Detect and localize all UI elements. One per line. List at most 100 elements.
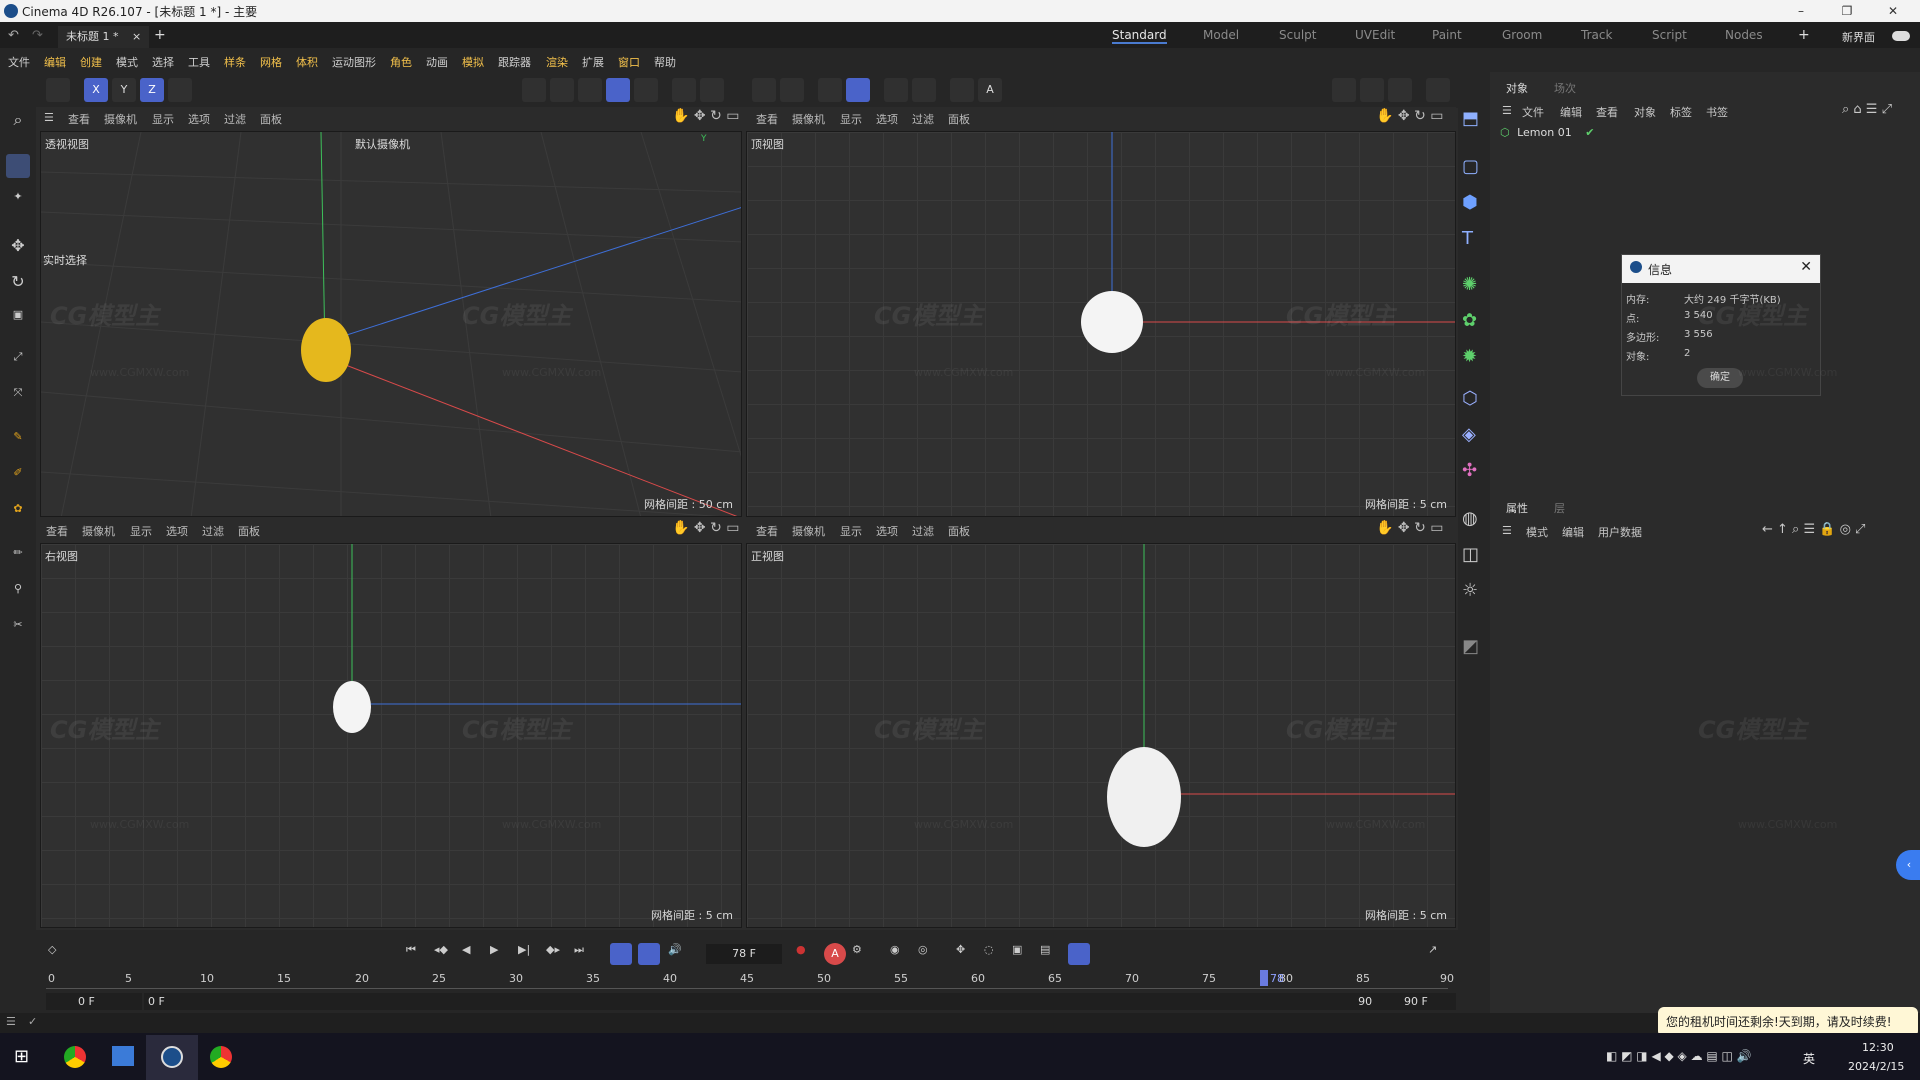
windows-start-icon[interactable]: ⊞ xyxy=(14,1046,29,1067)
visible-check-icon[interactable]: ✔ xyxy=(1585,126,1594,139)
interpolation-icon[interactable] xyxy=(1068,943,1090,965)
model-tool-icon[interactable]: ✦ xyxy=(6,190,30,214)
vp3-menu-camera[interactable]: 摄像机 xyxy=(82,523,115,539)
symmetry-icon[interactable] xyxy=(912,78,936,102)
live-selection-icon[interactable] xyxy=(6,154,30,178)
vp3-navigation-icons[interactable]: ✋ ✥ ↻ ▭ xyxy=(672,520,739,536)
attributes-menu-edit[interactable]: 编辑 xyxy=(1562,524,1584,540)
layout-nodes[interactable]: Nodes xyxy=(1725,28,1763,42)
vp1-menu-view[interactable]: 查看 xyxy=(68,111,90,127)
menu-file[interactable]: 文件 xyxy=(8,54,30,70)
new-layout-label[interactable]: 新界面 xyxy=(1842,29,1875,45)
tweak-mode-icon[interactable] xyxy=(700,78,724,102)
next-frame-icon[interactable]: ▶| xyxy=(518,943,540,965)
objects-menu-bookmarks[interactable]: 书签 xyxy=(1706,104,1728,120)
menu-tracker[interactable]: 跟踪器 xyxy=(498,54,531,70)
input-language[interactable]: 英 xyxy=(1803,1050,1815,1067)
null-object-icon[interactable]: ▢ xyxy=(1462,156,1488,182)
menu-animate[interactable]: 动画 xyxy=(426,54,448,70)
maximize-button[interactable]: ❐ xyxy=(1824,0,1870,22)
objects-search-icon[interactable]: ⌕ ⌂ ☰ ⤢ xyxy=(1842,102,1892,117)
close-button[interactable]: ✕ xyxy=(1870,0,1916,22)
menu-mograph[interactable]: 运动图形 xyxy=(332,54,376,70)
vp2-menu-view[interactable]: 查看 xyxy=(756,111,778,127)
browser-icon[interactable] xyxy=(210,1046,232,1068)
tab-objects[interactable]: 对象 xyxy=(1506,80,1528,96)
spline-object-icon[interactable]: ✣ xyxy=(1462,460,1488,486)
edges-mode-icon[interactable] xyxy=(550,78,574,102)
placement-icon[interactable]: ⤧ xyxy=(6,386,30,410)
environment-icon[interactable]: ◍ xyxy=(1462,508,1488,534)
explorer-icon[interactable] xyxy=(112,1046,134,1066)
mograph-cloner-icon[interactable]: ✺ xyxy=(1462,274,1488,300)
collapse-sidebar-icon[interactable]: ‹ xyxy=(1896,850,1920,880)
vp1-menu-display[interactable]: 显示 xyxy=(152,111,174,127)
vp3-menu-panel[interactable]: 面板 xyxy=(238,523,260,539)
sound-icon[interactable]: 🔊 xyxy=(668,943,690,965)
vp3-menu-display[interactable]: 显示 xyxy=(130,523,152,539)
spline-sketch-icon[interactable]: ✐ xyxy=(6,466,30,490)
objects-menu-file[interactable]: 文件 xyxy=(1522,104,1544,120)
vp4-menu-camera[interactable]: 摄像机 xyxy=(792,523,825,539)
paint-brush-icon[interactable]: ✏ xyxy=(6,546,30,570)
default-camera-label[interactable]: 默认摄像机 xyxy=(355,136,410,152)
menu-edit[interactable]: 编辑 xyxy=(44,54,66,70)
minimize-button[interactable]: – xyxy=(1778,0,1824,22)
objects-menu-icon[interactable]: ☰ xyxy=(1502,104,1512,117)
vp3-menu-options[interactable]: 选项 xyxy=(166,523,188,539)
vp1-menu-options[interactable]: 选项 xyxy=(188,111,210,127)
attributes-menu-userdata[interactable]: 用户数据 xyxy=(1598,524,1642,540)
uv-mode-icon[interactable] xyxy=(634,78,658,102)
workplane-snap-icon[interactable] xyxy=(846,78,870,102)
key-position-icon[interactable]: ◉ xyxy=(890,943,912,965)
lock-x-axis-button[interactable]: X xyxy=(84,78,108,102)
key-rotation-icon[interactable]: ◎ xyxy=(918,943,940,965)
vp1-menu-panel[interactable]: 面板 xyxy=(260,111,282,127)
vp4-menu-display[interactable]: 显示 xyxy=(840,523,862,539)
objects-menu-edit[interactable]: 编辑 xyxy=(1560,104,1582,120)
menu-simulate[interactable]: 模拟 xyxy=(462,54,484,70)
menu-mesh[interactable]: 网格 xyxy=(260,54,282,70)
layout-groom[interactable]: Groom xyxy=(1502,28,1542,42)
preview-range-slider[interactable]: 0 F 90 F xyxy=(144,993,1390,1010)
layout-paint[interactable]: Paint xyxy=(1432,28,1462,42)
vp2-menu-panel[interactable]: 面板 xyxy=(948,111,970,127)
autokey-icon[interactable]: A xyxy=(824,943,846,965)
transfer-icon[interactable]: ⤢ xyxy=(6,350,30,374)
vp2-menu-filter[interactable]: 过滤 xyxy=(912,111,934,127)
chrome-icon[interactable] xyxy=(64,1046,86,1068)
vp1-menu-camera[interactable]: 摄像机 xyxy=(104,111,137,127)
auto-key-icon[interactable]: A xyxy=(978,78,1002,102)
undo-icon[interactable]: ↶ xyxy=(8,28,19,43)
spline-pen-icon[interactable]: ✎ xyxy=(6,430,30,454)
previous-frame-icon[interactable]: ◀ xyxy=(462,943,484,965)
attributes-menu-icon[interactable]: ☰ xyxy=(1502,524,1512,537)
system-tray-icons[interactable]: ◧ ◩ ◨ ◀ ◆ ◈ ☁ ▤ ◫ 🔊 xyxy=(1606,1049,1752,1063)
objects-menu-view[interactable]: 查看 xyxy=(1596,104,1618,120)
close-tab-icon[interactable]: × xyxy=(132,30,141,43)
cinema4d-taskbar-item[interactable] xyxy=(146,1035,198,1080)
vp4-menu-panel[interactable]: 面板 xyxy=(948,523,970,539)
lock-y-axis-button[interactable]: Y xyxy=(112,78,136,102)
menu-volume[interactable]: 体积 xyxy=(296,54,318,70)
vp3-menu-filter[interactable]: 过滤 xyxy=(202,523,224,539)
layout-uvedit[interactable]: UVEdit xyxy=(1355,28,1395,42)
render-settings-icon[interactable] xyxy=(1388,78,1412,102)
field-icon[interactable]: ◈ xyxy=(1462,424,1488,450)
key-param-icon[interactable]: ◌ xyxy=(984,943,1006,965)
ok-button[interactable]: 确定 xyxy=(1697,368,1743,388)
vp3-menu-view[interactable]: 查看 xyxy=(46,523,68,539)
brush-tool-icon[interactable]: ⚲ xyxy=(6,582,30,606)
loop-icon[interactable] xyxy=(610,943,632,965)
deformer-icon[interactable]: ⬡ xyxy=(1462,388,1488,414)
snap-settings-icon[interactable] xyxy=(780,78,804,102)
tab-attributes[interactable]: 属性 xyxy=(1506,500,1528,516)
vp2-menu-camera[interactable]: 摄像机 xyxy=(792,111,825,127)
layout-toggle[interactable] xyxy=(1892,31,1910,41)
vp2-navigation-icons[interactable]: ✋ ✥ ↻ ▭ xyxy=(1376,108,1443,124)
text-icon[interactable]: T xyxy=(1462,228,1488,254)
layout-standard[interactable]: Standard xyxy=(1112,28,1167,44)
document-tab[interactable]: 未标题 1 * × xyxy=(58,26,150,48)
range-start-field[interactable]: 0 F xyxy=(46,993,142,1010)
new-tab-icon[interactable]: + xyxy=(154,27,166,43)
